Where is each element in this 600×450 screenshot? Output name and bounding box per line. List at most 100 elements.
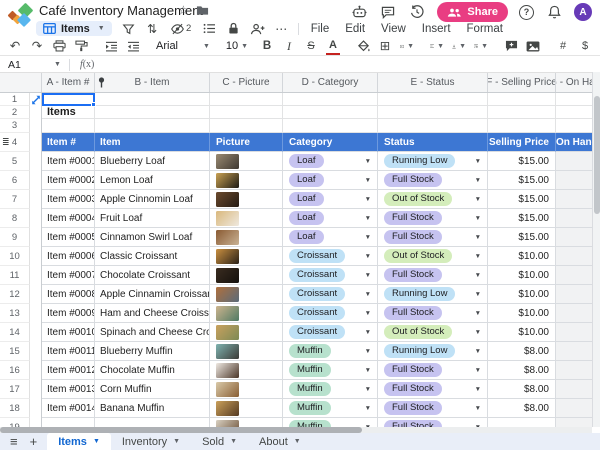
cell-item-number[interactable]: Item #0006 [42,247,95,266]
numbered-list-icon[interactable] [202,21,217,36]
chevron-down-icon[interactable]: ▼ [475,348,481,355]
table-header-cell[interactable]: Picture [210,133,283,152]
cell[interactable] [556,119,592,133]
sheet-tab-sold[interactable]: Sold▼ [191,433,248,450]
cell-on-hand[interactable] [556,247,592,266]
indent-increase-icon[interactable] [104,39,118,54]
chevron-down-icon[interactable]: ▼ [365,310,371,317]
chevron-down-icon[interactable]: ▼ [475,310,481,317]
cell-on-hand[interactable] [556,209,592,228]
row-number[interactable]: 17 [0,380,30,399]
borders-icon[interactable]: ⊞ [378,39,392,54]
cell-status[interactable]: Running Low▼ [378,285,488,304]
cell-on-hand[interactable] [556,361,592,380]
chevron-down-icon[interactable]: ▼ [365,253,371,260]
cell[interactable] [378,119,488,133]
cell-item-number[interactable] [42,418,95,427]
cell-selling-price[interactable]: $8.00 [488,361,556,380]
cell-item-name[interactable]: Lemon Loaf [95,171,210,190]
merge-cells-icon[interactable]: ▼ [400,39,414,54]
cell-status[interactable]: Out of Stock▼ [378,190,488,209]
cell-item-name[interactable]: Blueberry Loaf [95,152,210,171]
cell-category[interactable]: Croissant▼ [283,266,378,285]
cell-status[interactable]: Full Stock▼ [378,266,488,285]
cell-category[interactable]: Muffin▼ [283,342,378,361]
cell[interactable] [283,119,378,133]
cell[interactable] [95,119,210,133]
cell-status[interactable]: Full Stock▼ [378,361,488,380]
table-header-cell[interactable]: Category [283,133,378,152]
row-number[interactable]: 2 [0,106,30,119]
cell[interactable] [95,106,210,119]
menu-view[interactable]: View [378,23,409,35]
cell-on-hand[interactable] [556,285,592,304]
chevron-down-icon[interactable]: ▼ [475,158,481,165]
insert-comment-icon[interactable] [504,39,518,54]
cell-on-hand[interactable] [556,190,592,209]
lock-icon[interactable] [226,21,241,36]
table-header-cell[interactable]: On Hand [556,133,592,152]
cell-item-number[interactable]: Item #0008 [42,285,95,304]
chevron-down-icon[interactable]: ▼ [54,61,61,68]
cell-item-number[interactable]: Item #0002 [42,171,95,190]
sheet-tab-inventory[interactable]: Inventory▼ [111,433,191,450]
cell-category[interactable]: Muffin▼ [283,380,378,399]
row-number[interactable]: 11 [0,266,30,285]
chevron-down-icon[interactable]: ▼ [294,438,301,445]
menu-edit[interactable]: Edit [342,23,368,35]
cell[interactable] [488,106,556,119]
cell-category[interactable]: Loaf▼ [283,190,378,209]
cell-picture[interactable] [210,285,283,304]
row-number[interactable]: 14 [0,323,30,342]
cell[interactable] [210,106,283,119]
cell-item-number[interactable]: Item #0003 [42,190,95,209]
select-all-corner[interactable] [0,73,42,92]
cell-selling-price[interactable]: $15.00 [488,171,556,190]
table-header-cell[interactable]: Status [378,133,488,152]
chevron-down-icon[interactable]: ▼ [365,386,371,393]
cell-status[interactable]: Out of Stock▼ [378,247,488,266]
assistant-robot-icon[interactable] [350,3,368,21]
cell-status[interactable]: Full Stock▼ [378,209,488,228]
chevron-down-icon[interactable]: ▼ [365,348,371,355]
cell[interactable] [378,106,488,119]
number-format-icon[interactable]: # [556,39,570,54]
chevron-down-icon[interactable]: ▼ [475,215,481,222]
cell-item-name[interactable] [95,418,210,427]
chevron-down-icon[interactable]: ▼ [475,196,481,203]
cell-item-name[interactable]: Blueberry Muffin [95,342,210,361]
cell-selling-price[interactable]: $15.00 [488,228,556,247]
more-options-icon[interactable]: ⋯ [274,21,289,36]
cell-category[interactable]: Croissant▼ [283,247,378,266]
cell-selling-price[interactable]: $15.00 [488,190,556,209]
row-number[interactable]: 8 [0,209,30,228]
cell-status[interactable]: Full Stock▼ [378,304,488,323]
cell-selling-price[interactable]: $8.00 [488,380,556,399]
column-header[interactable]: E - Status [378,73,488,92]
bold-icon[interactable]: B [260,39,274,54]
cell-selling-price[interactable]: $10.00 [488,285,556,304]
cell-status[interactable]: Out of Stock▼ [378,323,488,342]
undo-icon[interactable]: ↶ [8,39,22,54]
chevron-down-icon[interactable]: ▼ [365,405,371,412]
menu-insert[interactable]: Insert [419,23,454,35]
chevron-down-icon[interactable]: ▼ [475,253,481,260]
font-name-select[interactable]: Arial ▼ [156,39,214,54]
cell-category[interactable]: Croissant▼ [283,304,378,323]
row-number[interactable]: 6 [0,171,30,190]
cell-selling-price[interactable]: $10.00 [488,323,556,342]
cell-item-name[interactable]: Banana Muffin [95,399,210,418]
account-avatar[interactable]: A [574,3,592,21]
all-sheets-menu-icon[interactable]: ≡ [10,435,18,448]
name-box[interactable]: A1 [0,59,54,71]
chevron-down-icon[interactable]: ▼ [365,329,371,336]
cell-picture[interactable] [210,190,283,209]
table-selector-button[interactable]: Items ▼ [36,21,112,36]
cell[interactable] [283,93,378,106]
chevron-down-icon[interactable]: ▼ [475,234,481,241]
column-header[interactable]: A - Item # [42,73,95,92]
cell[interactable] [488,119,556,133]
cell-picture[interactable] [210,342,283,361]
table-expand-arrow-icon[interactable] [31,95,41,105]
cell-picture[interactable] [210,228,283,247]
